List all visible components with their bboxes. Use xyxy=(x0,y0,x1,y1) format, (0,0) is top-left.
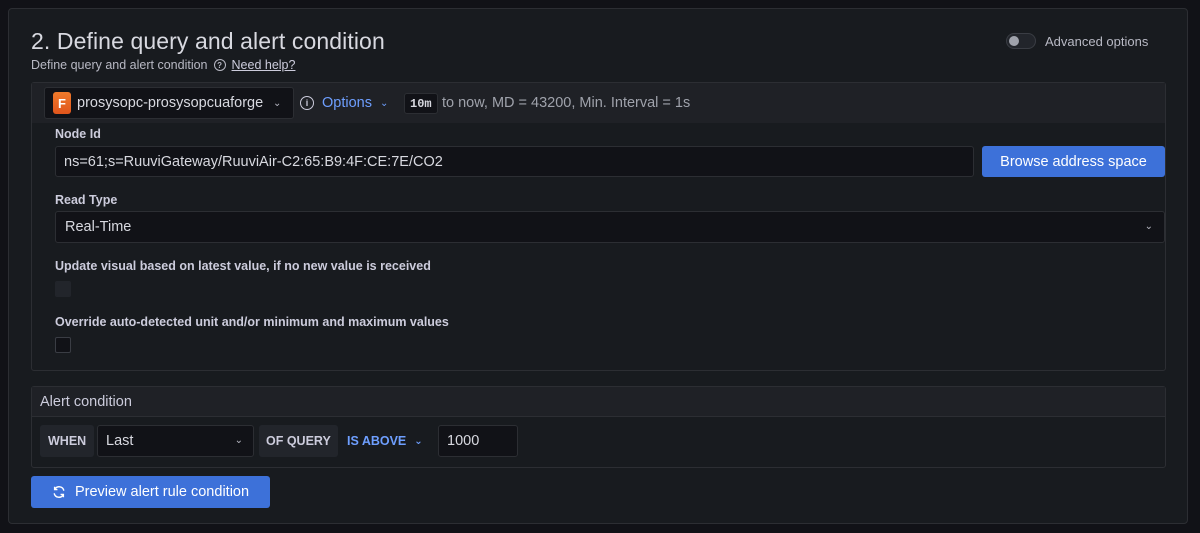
time-range-chip: 10m xyxy=(404,93,438,114)
advanced-options-toggle[interactable] xyxy=(1006,33,1036,49)
query-options-button[interactable]: Options ⌄ xyxy=(322,95,388,111)
subtitle-text: Define query and alert condition xyxy=(31,58,208,72)
query-header: F prosysopc-prosysopcuaforge ⌄ i Options… xyxy=(32,83,1165,123)
node-id-label: Node Id xyxy=(55,127,101,141)
section-title: 2. Define query and alert condition xyxy=(31,28,385,54)
read-type-label: Read Type xyxy=(55,193,118,207)
datasource-picker[interactable]: F prosysopc-prosysopcuaforge ⌄ xyxy=(44,87,294,119)
preview-alert-button[interactable]: Preview alert rule condition xyxy=(31,476,270,508)
reducer-select[interactable]: Last ⌄ xyxy=(97,425,254,457)
update-visual-label: Update visual based on latest value, if … xyxy=(55,259,431,273)
of-query-label: OF QUERY xyxy=(259,425,338,457)
options-label: Options xyxy=(322,95,372,111)
alert-condition-header: Alert condition xyxy=(32,387,1165,417)
chevron-down-icon: ⌄ xyxy=(379,97,389,109)
evaluator-select[interactable]: IS ABOVE ⌄ xyxy=(347,425,423,457)
question-icon: ? xyxy=(213,59,226,71)
read-type-value: Real-Time xyxy=(65,219,132,235)
reducer-value: Last xyxy=(106,433,134,449)
evaluator-value: IS ABOVE xyxy=(347,434,407,448)
time-info-text: to now, MD = 43200, Min. Interval = 1s xyxy=(442,95,691,111)
override-label: Override auto-detected unit and/or minim… xyxy=(55,315,449,329)
chevron-down-icon: ⌄ xyxy=(273,97,282,109)
preview-button-label: Preview alert rule condition xyxy=(74,484,250,500)
update-visual-checkbox[interactable] xyxy=(55,281,71,297)
chevron-down-icon: ⌄ xyxy=(1144,221,1153,232)
chevron-down-icon: ⌄ xyxy=(234,435,243,446)
need-help-link[interactable]: Need help? xyxy=(232,58,296,72)
section-subtitle: Define query and alert condition ? Need … xyxy=(31,58,295,72)
datasource-logo-icon: F xyxy=(53,92,71,114)
override-checkbox[interactable] xyxy=(55,337,71,353)
advanced-options-label: Advanced options xyxy=(1045,33,1149,49)
refresh-icon xyxy=(53,486,65,498)
chevron-down-icon: ⌄ xyxy=(414,435,423,447)
browse-address-space-button[interactable]: Browse address space xyxy=(982,146,1165,177)
toggle-knob xyxy=(1009,36,1019,46)
read-type-select[interactable]: Real-Time ⌄ xyxy=(55,211,1165,243)
threshold-input[interactable]: 1000 xyxy=(438,425,518,457)
datasource-name: prosysopc-prosysopcuaforge xyxy=(77,95,264,111)
alert-condition-box: Alert condition WHEN Last ⌄ OF QUERY IS … xyxy=(31,386,1166,468)
node-id-input[interactable]: ns=61;s=RuuviGateway/RuuviAir-C2:65:B9:4… xyxy=(55,146,974,177)
info-icon[interactable]: i xyxy=(300,96,314,110)
advanced-options: Advanced options xyxy=(1006,33,1148,49)
when-label: WHEN xyxy=(40,425,95,457)
query-editor: F prosysopc-prosysopcuaforge ⌄ i Options… xyxy=(31,82,1166,371)
